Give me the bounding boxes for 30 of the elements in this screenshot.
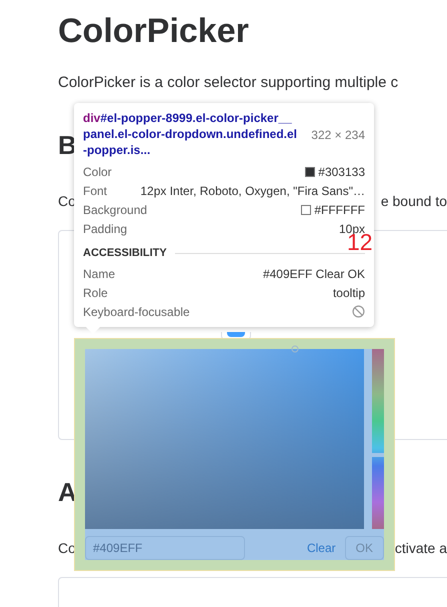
- hex-input-field[interactable]: #409EFF: [85, 536, 245, 560]
- hue-slider[interactable]: [372, 349, 384, 529]
- section-title: ACCESSIBILITY: [83, 246, 167, 261]
- property-label: Keyboard-focusable: [83, 304, 190, 320]
- section-heading: B: [58, 128, 77, 160]
- property-value: 10px: [338, 220, 365, 236]
- element-size: 322 × 234: [311, 127, 365, 144]
- property-value: #FFFFFF: [314, 202, 365, 218]
- property-label: Color: [83, 164, 112, 180]
- property-label: Background: [83, 202, 148, 218]
- property-value: #303133: [318, 164, 365, 180]
- hue-thumb[interactable]: [372, 452, 384, 457]
- clear-link[interactable]: Clear: [306, 539, 336, 557]
- property-value: 12px Inter, Roboto, Oxygen, "Fira Sans"…: [140, 182, 365, 200]
- section-text: ctivate a: [394, 538, 447, 558]
- section-text: e bound to: [380, 192, 447, 210]
- section-heading: A: [58, 476, 77, 508]
- property-label: Padding: [83, 220, 128, 238]
- property-label: Role: [83, 284, 108, 302]
- picker-cursor-icon[interactable]: [291, 345, 299, 353]
- property-label: Font: [83, 182, 108, 200]
- intro-text: ColorPicker is a color selector supporting multiple c: [58, 73, 400, 93]
- color-swatch: [227, 332, 245, 336]
- property-label: Name: [83, 266, 116, 282]
- property-value: tooltip: [332, 284, 365, 302]
- page-title: ColorPicker: [58, 11, 250, 52]
- element-selector: div#el-popper-8999.el-color-picker__panel.el-color-dropdown.undefined.el-popper.is...: [83, 110, 298, 158]
- not-allowed-icon: [352, 305, 365, 318]
- property-value: #409EFF Clear OK: [262, 266, 365, 282]
- ok-button[interactable]: OK: [344, 536, 384, 560]
